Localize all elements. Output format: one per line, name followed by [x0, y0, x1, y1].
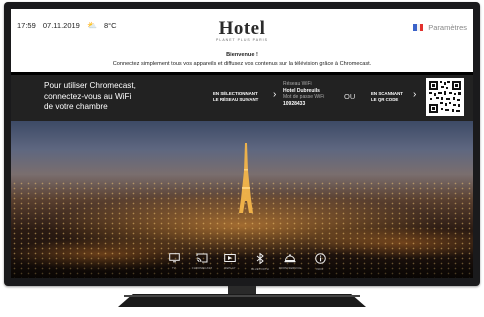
dock-item-tv[interactable]: TV: [161, 253, 187, 271]
tv-screen: 17:59 07.11.2019 ⛅ 8°C Hotel PLANET PLUS…: [11, 9, 473, 278]
dock-item-bluetooth[interactable]: BLUETOOTH: [247, 252, 273, 272]
lead-line: connectez-vous au WiFi: [44, 91, 132, 101]
eiffel-tower-image: [239, 143, 253, 213]
step-select-network: EN SÉLECTIONNANT LE RÉSEAU SUIVANT: [213, 91, 258, 103]
dock-label: BLUETOOTH: [251, 268, 269, 271]
cast-icon: [189, 253, 215, 267]
settings-label: Paramètres: [428, 23, 467, 32]
lead-line: Pour utiliser Chromecast,: [44, 81, 136, 90]
network-value: Hotel Dubreuils: [283, 87, 320, 94]
dock-item-chromecast[interactable]: CHROMECAST: [189, 253, 215, 271]
cloche-icon: [277, 253, 303, 267]
chevron-right-icon: ›: [273, 89, 277, 100]
password-value: 10928433: [283, 100, 306, 107]
dock-label: ROOM SERVICE: [278, 267, 302, 270]
chromecast-instructions: Pour utiliser Chromecast, connectez-vous…: [11, 75, 473, 121]
lead-line: de votre chambre: [44, 102, 108, 111]
header-panel: 17:59 07.11.2019 ⛅ 8°C Hotel PLANET PLUS…: [11, 9, 473, 72]
app-dock: TV CHROMECAST REPLAY BLUETOOTH ROOM SERV…: [11, 252, 473, 278]
step-line: LE QR CODE: [371, 97, 399, 102]
tv-stand-highlight: [124, 295, 360, 297]
dock-item-info[interactable]: INFO: [307, 253, 333, 272]
dock-item-room-service[interactable]: ROOM SERVICE: [277, 253, 303, 271]
welcome-text: Connectez simplement tous vos appareils …: [112, 61, 372, 67]
replay-icon: [217, 253, 243, 267]
dock-label: INFO: [316, 268, 324, 271]
welcome-title: Bienvenue !: [226, 52, 258, 58]
bluetooth-icon: [247, 252, 273, 268]
french-flag-icon: [413, 24, 424, 31]
dock-label: TV: [172, 267, 176, 270]
dock-label: CHROMECAST: [191, 267, 213, 270]
brand-tagline: PLANET PLUS PARIS: [216, 38, 268, 42]
welcome-message: Bienvenue ! Connectez simplement tous vo…: [11, 51, 473, 69]
info-icon: [307, 253, 333, 268]
wifi-credentials: Réseau WiFi Hotel Dubreuils Mot de passe…: [283, 81, 324, 107]
dock-label: REPLAY: [224, 267, 236, 270]
qr-code: [426, 78, 464, 116]
step-scan-qr: EN SCANNANT LE QR CODE: [371, 91, 403, 103]
or-separator: OU: [344, 92, 356, 101]
step-line: LE RÉSEAU SUIVANT: [213, 97, 259, 102]
settings-button[interactable]: Paramètres: [413, 23, 467, 32]
brand-name: Hotel: [218, 18, 266, 39]
dock-item-replay[interactable]: REPLAY: [217, 253, 243, 271]
tv-stand-neck: [228, 286, 256, 294]
chromecast-lead: Pour utiliser Chromecast, connectez-vous…: [44, 81, 136, 113]
chevron-right-icon: ›: [413, 89, 417, 100]
tv-bezel: 17:59 07.11.2019 ⛅ 8°C Hotel PLANET PLUS…: [4, 2, 480, 286]
hotel-logo: Hotel PLANET PLUS PARIS: [11, 19, 473, 43]
monitor-icon: [161, 253, 187, 267]
